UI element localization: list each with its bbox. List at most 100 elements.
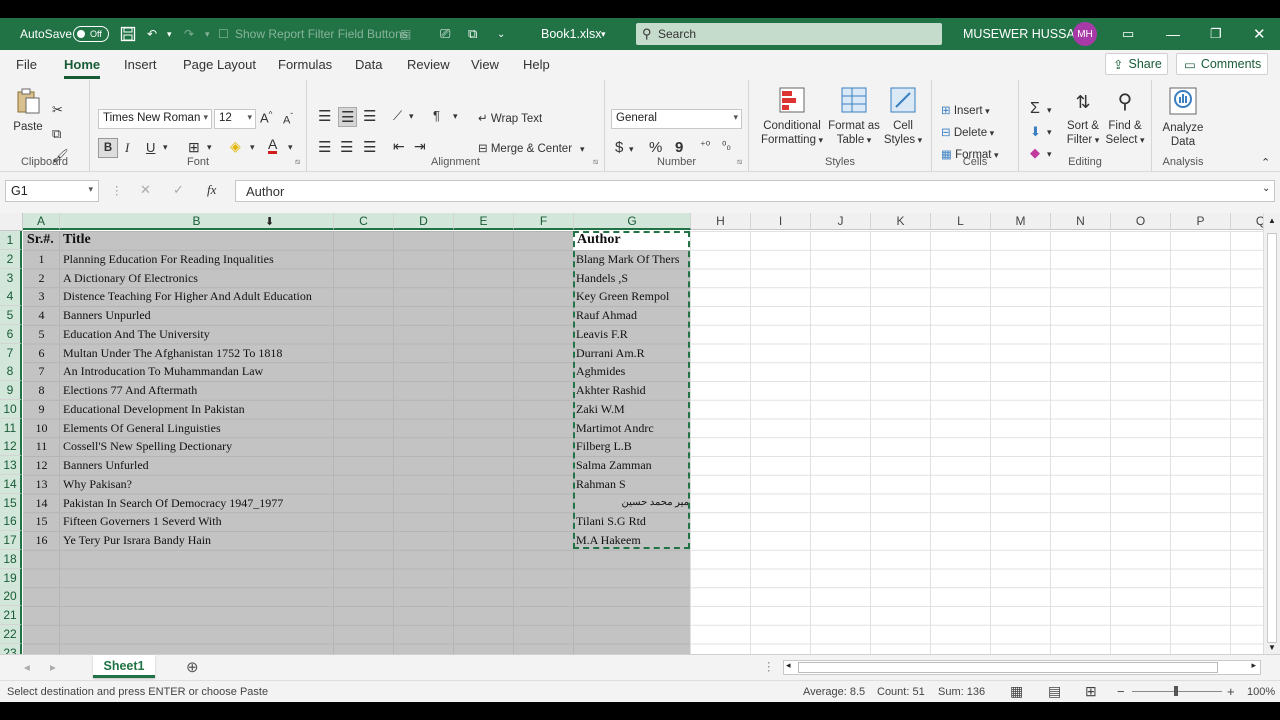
- autosum-icon[interactable]: Σ: [1030, 100, 1040, 118]
- align-top-icon[interactable]: ☰: [318, 107, 331, 125]
- find-select-button[interactable]: ⚲ Find & Select ▾: [1103, 85, 1147, 147]
- cell-title[interactable]: Elections 77 And Aftermath: [63, 381, 334, 400]
- decrease-indent-icon[interactable]: ⇤: [393, 138, 405, 155]
- column-header-m[interactable]: M: [991, 213, 1051, 230]
- row-header-17[interactable]: 17: [0, 531, 22, 550]
- undo-icon[interactable]: ↶: [147, 18, 157, 50]
- scroll-thumb[interactable]: [1267, 233, 1277, 643]
- paste-button[interactable]: Paste: [10, 86, 46, 134]
- avatar[interactable]: MH: [1073, 22, 1097, 46]
- status-sum[interactable]: Sum: 136: [938, 686, 985, 698]
- row-header-3[interactable]: 3: [0, 268, 22, 288]
- tab-data[interactable]: Data: [355, 57, 382, 72]
- column-header-o[interactable]: O: [1111, 213, 1171, 230]
- bold-button[interactable]: B: [98, 138, 118, 158]
- cell-sr[interactable]: 3: [23, 287, 60, 306]
- cell-sr[interactable]: 6: [23, 344, 60, 363]
- cell-sr[interactable]: 12: [23, 456, 60, 475]
- text-direction-dropdown-icon[interactable]: ▾: [453, 111, 458, 122]
- cell-styles-button[interactable]: Cell Styles ▾: [881, 85, 925, 147]
- cell-sr[interactable]: 14: [23, 494, 60, 513]
- increase-font-icon[interactable]: A^: [260, 110, 272, 125]
- row-header-13[interactable]: 13: [0, 456, 22, 475]
- cell-title[interactable]: Planning Education For Reading Inqualiti…: [63, 250, 334, 269]
- cell-sr[interactable]: 9: [23, 400, 60, 419]
- scroll-left-icon[interactable]: ◂: [786, 660, 791, 671]
- file-name-dropdown-icon[interactable]: ▾: [601, 18, 606, 50]
- row-header-10[interactable]: 10: [0, 399, 22, 419]
- row-header-19[interactable]: 19: [0, 568, 22, 588]
- cell-sr[interactable]: 1: [23, 250, 60, 269]
- cell-sr[interactable]: 2: [23, 269, 60, 288]
- header-cell-title[interactable]: Title: [63, 231, 334, 250]
- currency-button[interactable]: $: [615, 139, 623, 156]
- font-family-select[interactable]: Times New Roman: [98, 109, 212, 129]
- column-header-a[interactable]: A: [23, 213, 60, 230]
- horizontal-scrollbar[interactable]: ◂ ▸: [783, 660, 1261, 675]
- redo-dropdown-icon[interactable]: ▾: [205, 18, 210, 50]
- redo-icon[interactable]: ↷: [184, 18, 194, 50]
- column-header-n[interactable]: N: [1051, 213, 1111, 230]
- prev-sheet-icon[interactable]: ◂: [24, 660, 30, 674]
- autosave-toggle[interactable]: Off: [73, 26, 109, 42]
- font-color-dropdown-icon[interactable]: ▾: [288, 142, 293, 153]
- copy-icon[interactable]: ⧉: [52, 126, 61, 142]
- cell-title[interactable]: Elements Of General Linguisties: [63, 419, 334, 438]
- cut-icon[interactable]: ✂: [52, 102, 63, 118]
- text-direction-icon[interactable]: ¶: [433, 108, 440, 123]
- cell-title[interactable]: Banners Unpurled: [63, 306, 334, 325]
- increase-decimal-icon[interactable]: ⁺⁰: [700, 139, 710, 152]
- column-header-l[interactable]: L: [931, 213, 991, 230]
- row-header-20[interactable]: 20: [0, 587, 22, 607]
- tab-page-layout[interactable]: Page Layout: [183, 57, 256, 72]
- merge-center-button[interactable]: ⊟ Merge & Center ▾: [478, 141, 585, 155]
- file-name[interactable]: Book1.xlsx: [541, 18, 601, 50]
- next-sheet-icon[interactable]: ▸: [50, 660, 56, 674]
- column-header-j[interactable]: J: [811, 213, 871, 230]
- cell-title[interactable]: Ye Tery Pur Israra Bandy Hain: [63, 531, 334, 550]
- delete-cells-button[interactable]: ⊟ Delete ▾: [941, 125, 994, 139]
- row-header-16[interactable]: 16: [0, 512, 22, 532]
- orientation-dropdown-icon[interactable]: ▾: [409, 111, 414, 122]
- scroll-right-icon[interactable]: ▸: [1251, 660, 1256, 671]
- wrap-text-button[interactable]: ↵ Wrap Text: [478, 111, 542, 125]
- report-filter-button[interactable]: Show Report Filter Field Buttons: [235, 18, 408, 50]
- row-header-4[interactable]: 4: [0, 287, 22, 307]
- cell-title[interactable]: A Dictionary Of Electronics: [63, 269, 334, 288]
- align-middle-icon[interactable]: ☰: [338, 107, 358, 127]
- cell-sr[interactable]: 7: [23, 362, 60, 381]
- scroll-up-icon[interactable]: ▲: [1268, 216, 1276, 225]
- comma-button[interactable]: 9: [675, 139, 683, 156]
- page-layout-view-icon[interactable]: ▤: [1048, 683, 1061, 700]
- cell-title[interactable]: Pakistan In Search Of Democracy 1947_197…: [63, 494, 334, 513]
- cell-title[interactable]: Fifteen Governers 1 Severd With: [63, 512, 334, 531]
- tab-help[interactable]: Help: [523, 57, 550, 72]
- underline-dropdown-icon[interactable]: ▾: [163, 142, 168, 153]
- column-header-d[interactable]: D: [394, 213, 454, 230]
- row-header-9[interactable]: 9: [0, 381, 22, 400]
- cell-sr[interactable]: 11: [23, 437, 60, 456]
- fill-dropdown-icon[interactable]: ▾: [250, 142, 255, 153]
- comments-button[interactable]: ▭ Comments: [1176, 53, 1268, 75]
- cell-sr[interactable]: 13: [23, 475, 60, 494]
- column-header-b[interactable]: B: [60, 213, 334, 230]
- row-header-5[interactable]: 5: [0, 306, 22, 325]
- worksheet-grid[interactable]: ABCDEFGHIJKLMNOPQ 1 2 3 4 5 6 7 8 9 10 11 12 13 14 15 1…: [0, 213, 1280, 654]
- insert-cells-button[interactable]: ⊞ Insert ▾: [941, 103, 990, 117]
- cell-title[interactable]: Banners Unfurled: [63, 456, 334, 475]
- column-header-k[interactable]: K: [871, 213, 931, 230]
- sheet-tab-sheet1[interactable]: Sheet1: [93, 655, 155, 678]
- collapse-ribbon-icon[interactable]: ⌃: [1261, 156, 1270, 169]
- row-header-11[interactable]: 11: [0, 418, 22, 438]
- cell-sr[interactable]: 8: [23, 381, 60, 400]
- cell-title[interactable]: Distence Teaching For Higher And Adult E…: [63, 287, 334, 306]
- zoom-level[interactable]: 100%: [1247, 686, 1275, 698]
- format-as-table-button[interactable]: Format as Table ▾: [828, 85, 880, 147]
- orientation-icon[interactable]: ⟋: [393, 108, 402, 124]
- zoom-slider-thumb[interactable]: [1174, 686, 1178, 696]
- fill-dropdown-icon[interactable]: ▾: [1047, 127, 1052, 138]
- font-color-icon[interactable]: A: [268, 137, 278, 154]
- column-header-i[interactable]: I: [751, 213, 811, 230]
- cell-title[interactable]: Cossell'S New Spelling Dectionary: [63, 437, 334, 456]
- add-sheet-icon[interactable]: ⊕: [186, 658, 199, 676]
